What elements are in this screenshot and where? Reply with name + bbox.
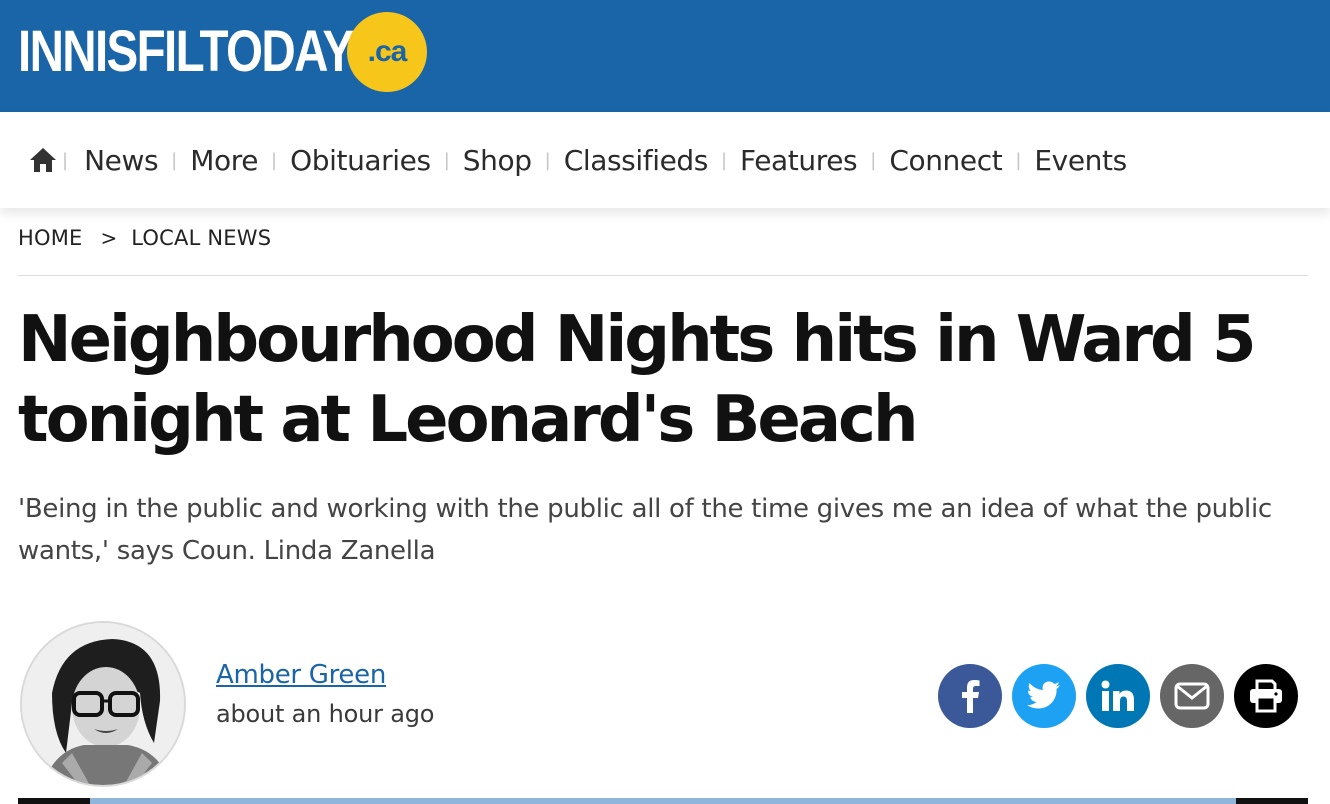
headline-line-1: Neighbourhood Nights hits in Ward 5 [18, 303, 1257, 377]
share-buttons [938, 664, 1298, 728]
nav-item-connect[interactable]: Connect [889, 144, 1002, 177]
twitter-icon [1027, 681, 1060, 709]
linkedin-icon [1101, 680, 1134, 711]
nav-item-more[interactable]: More [190, 144, 258, 177]
breadcrumb-home[interactable]: HOME [18, 226, 83, 250]
email-icon [1174, 682, 1210, 710]
nav-separator: | [443, 149, 450, 171]
author-name-link[interactable]: Amber Green [216, 660, 386, 690]
nav-item-features[interactable]: Features [740, 144, 858, 177]
print-icon [1250, 679, 1282, 713]
headline-line-2: tonight at Leonard's Beach [18, 383, 918, 457]
site-header: INNISFILTODAY .ca [0, 0, 1330, 112]
nav-item-shop[interactable]: Shop [463, 144, 532, 177]
nav-separator: | [720, 149, 728, 171]
home-icon[interactable] [28, 146, 58, 174]
breadcrumb-separator: > [100, 226, 118, 250]
post-timestamp: about an hour ago [216, 700, 435, 728]
facebook-icon [962, 680, 980, 713]
nav-item-events[interactable]: Events [1034, 144, 1127, 177]
nav-separator: | [544, 149, 551, 171]
facebook-share-button[interactable] [938, 664, 1002, 728]
print-button[interactable] [1234, 664, 1298, 728]
image-edge-left [18, 798, 90, 804]
image-edge-right [1236, 798, 1308, 804]
nav-separator: | [870, 149, 877, 171]
linkedin-share-button[interactable] [1086, 664, 1150, 728]
nav-separator: | [271, 149, 278, 171]
logo-wordmark: INNISFILTODAY [18, 19, 354, 84]
author-avatar[interactable] [20, 621, 186, 787]
main-nav: | News | More | Obituaries | Shop | Clas… [0, 112, 1330, 208]
nav-item-news[interactable]: News [84, 144, 158, 177]
nav-item-classifieds[interactable]: Classifieds [564, 144, 709, 177]
nav-item-obituaries[interactable]: Obituaries [290, 144, 431, 177]
article-headline: Neighbourhood Nights hits in Ward 5 toni… [18, 300, 1318, 460]
article-subhead: 'Being in the public and working with th… [18, 494, 1272, 566]
nav-separator: | [171, 149, 178, 171]
breadcrumb: HOME > LOCAL NEWS [18, 226, 1308, 276]
breadcrumb-local-news[interactable]: LOCAL NEWS [131, 226, 271, 250]
nav-separator: | [1015, 149, 1022, 171]
hero-image-edge [18, 798, 1308, 804]
nav-separator: | [62, 149, 69, 171]
email-share-button[interactable] [1160, 664, 1224, 728]
logo-badge: .ca [347, 12, 427, 92]
twitter-share-button[interactable] [1012, 664, 1076, 728]
site-logo[interactable]: INNISFILTODAY .ca [18, 12, 427, 92]
